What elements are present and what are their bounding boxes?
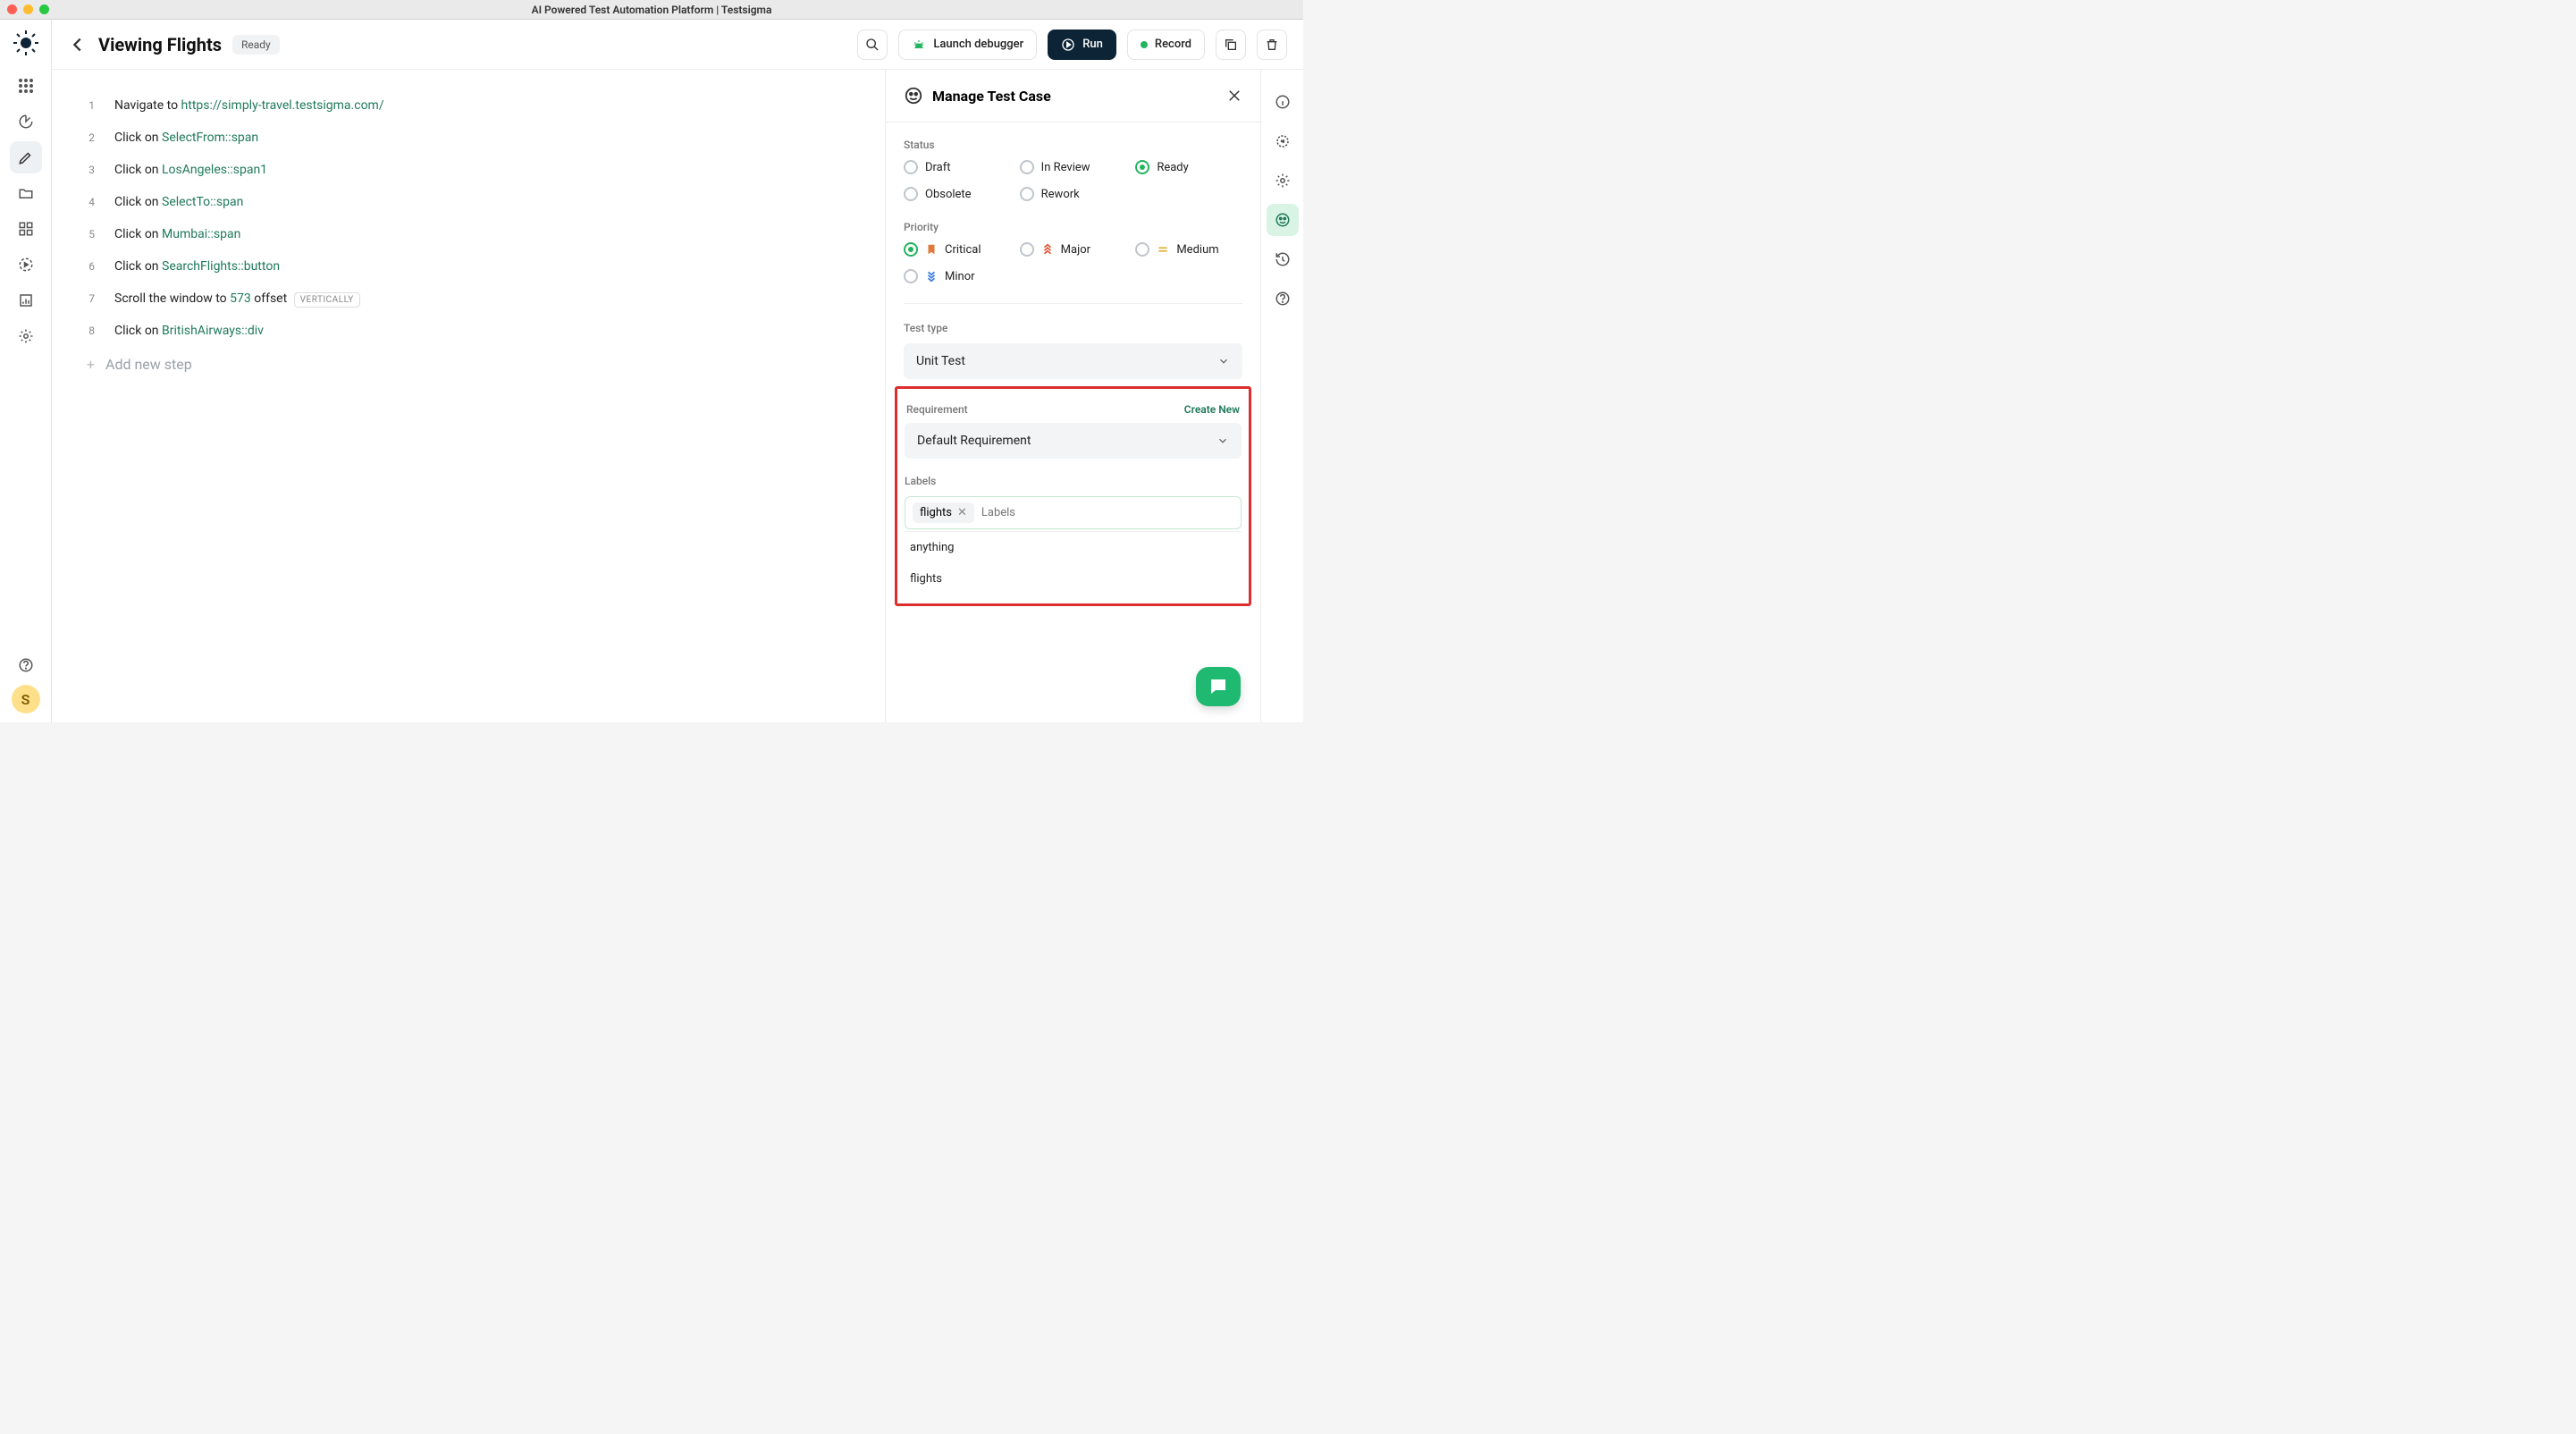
sidebar-play-icon[interactable] — [10, 249, 42, 281]
sidebar-settings-icon[interactable] — [10, 320, 42, 352]
status-obsolete[interactable]: Obsolete — [904, 187, 1011, 201]
close-panel-button[interactable] — [1226, 88, 1242, 104]
priority-major[interactable]: Major — [1020, 242, 1127, 257]
copy-button[interactable] — [1216, 30, 1246, 60]
rail-info-icon[interactable] — [1267, 86, 1299, 118]
bug-icon — [912, 38, 926, 52]
sidebar-components-icon[interactable] — [10, 213, 42, 245]
status-draft[interactable]: Draft — [904, 160, 1011, 174]
user-avatar[interactable]: S — [12, 685, 40, 713]
rail-settings-icon[interactable] — [1267, 164, 1299, 197]
run-label: Run — [1082, 38, 1103, 51]
priority-medium[interactable]: Medium — [1135, 242, 1242, 257]
status-rework[interactable]: Rework — [1020, 187, 1127, 201]
label-chip: flights ✕ — [913, 502, 974, 523]
remove-chip-icon[interactable]: ✕ — [957, 506, 967, 519]
record-button[interactable]: Record — [1127, 30, 1205, 60]
maximize-window-icon[interactable] — [39, 4, 49, 14]
bookmark-icon — [925, 243, 938, 256]
label-suggestion[interactable]: anything — [905, 532, 1242, 563]
labels-label: Labels — [905, 475, 1242, 487]
requirement-label: Requirement — [906, 403, 968, 416]
step-row[interactable]: 7Scroll the window to 573 offset VERTICA… — [80, 283, 856, 315]
page-title: Viewing Flights — [98, 34, 222, 55]
panel-title: Manage Test Case — [932, 88, 1051, 105]
step-row[interactable]: 5Click on Mumbai::span — [80, 218, 856, 250]
chevrons-up-icon — [1041, 243, 1054, 256]
priority-critical[interactable]: Critical — [904, 242, 1011, 257]
play-icon — [1061, 38, 1075, 52]
window-titlebar: AI Powered Test Automation Platform | Te… — [0, 0, 1303, 20]
sidebar-apps-icon[interactable] — [10, 70, 42, 102]
add-step-row[interactable]: + Add new step — [80, 347, 856, 382]
equals-icon — [1157, 243, 1169, 256]
left-sidebar: S — [0, 20, 52, 722]
test-type-label: Test type — [904, 322, 1242, 334]
close-window-icon[interactable] — [7, 4, 17, 14]
step-row[interactable]: 4Click on SelectTo::span — [80, 186, 856, 218]
plus-icon: + — [80, 356, 95, 373]
test-type-select[interactable]: Unit Test — [904, 343, 1242, 379]
step-row[interactable]: 2Click on SelectFrom::span — [80, 122, 856, 154]
step-row[interactable]: 3Click on LosAngeles::span1 — [80, 154, 856, 186]
sidebar-folder-icon[interactable] — [10, 177, 42, 209]
status-ready[interactable]: Ready — [1135, 160, 1242, 174]
step-row[interactable]: 8Click on BritishAirways::div — [80, 315, 856, 347]
launch-debugger-button[interactable]: Launch debugger — [898, 30, 1037, 60]
sidebar-edit-icon[interactable] — [10, 141, 42, 173]
priority-minor[interactable]: Minor — [904, 269, 1011, 283]
chat-icon — [1208, 676, 1229, 697]
search-button[interactable] — [857, 30, 888, 60]
chevron-down-icon — [1217, 355, 1230, 367]
status-in-review[interactable]: In Review — [1020, 160, 1127, 174]
labels-dropdown: anything flights — [905, 531, 1242, 595]
window-title: AI Powered Test Automation Platform | Te… — [532, 4, 772, 16]
manage-icon — [904, 86, 923, 105]
rail-history-icon[interactable] — [1267, 243, 1299, 275]
sidebar-dashboard-icon[interactable] — [10, 105, 42, 138]
record-label: Record — [1155, 38, 1191, 51]
delete-button[interactable] — [1257, 30, 1287, 60]
sidebar-help-icon[interactable] — [10, 649, 42, 681]
requirement-select[interactable]: Default Requirement — [905, 423, 1242, 459]
label-suggestion[interactable]: flights — [905, 563, 1242, 595]
record-dot-icon — [1141, 41, 1148, 48]
priority-label: Priority — [904, 221, 1242, 233]
create-new-link[interactable]: Create New — [1184, 403, 1240, 416]
back-button[interactable] — [68, 35, 88, 55]
manage-test-case-panel: Manage Test Case Status Draft In Review … — [885, 70, 1260, 722]
app-logo-icon[interactable] — [10, 27, 42, 59]
labels-input-container[interactable]: flights ✕ — [905, 496, 1242, 529]
window-controls — [7, 4, 49, 14]
divider — [904, 303, 1242, 304]
top-toolbar: Viewing Flights Ready Launch debugger Ru… — [52, 20, 1303, 70]
chevrons-down-icon — [925, 270, 938, 283]
rail-manage-icon[interactable] — [1267, 204, 1299, 236]
run-button[interactable]: Run — [1048, 30, 1116, 60]
status-badge: Ready — [232, 35, 280, 55]
status-label: Status — [904, 139, 1242, 151]
labels-input[interactable] — [981, 506, 1233, 519]
highlighted-section: Requirement Create New Default Requireme… — [895, 386, 1251, 606]
steps-list: 1Navigate to https://simply-travel.tests… — [52, 70, 885, 722]
sidebar-reports-icon[interactable] — [10, 284, 42, 316]
right-rail — [1260, 70, 1303, 722]
chat-fab-button[interactable] — [1196, 667, 1241, 706]
chevron-down-icon — [1216, 434, 1229, 447]
step-row[interactable]: 1Navigate to https://simply-travel.tests… — [80, 89, 856, 122]
rail-help-icon[interactable] — [1267, 283, 1299, 315]
minimize-window-icon[interactable] — [23, 4, 33, 14]
launch-debugger-label: Launch debugger — [933, 38, 1023, 51]
step-row[interactable]: 6Click on SearchFlights::button — [80, 250, 856, 283]
rail-target-icon[interactable] — [1267, 125, 1299, 157]
